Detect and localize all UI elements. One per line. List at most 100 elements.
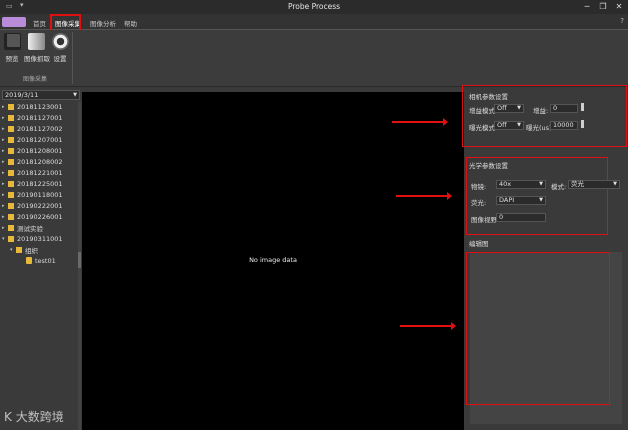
mode-value: 荧光 bbox=[571, 180, 584, 188]
exposure-mode-select[interactable]: Off ▼ bbox=[494, 121, 524, 130]
folder-icon bbox=[16, 246, 22, 253]
tree-item-label: 20181221001 bbox=[17, 169, 63, 178]
edit-section-title: 编辑图 bbox=[469, 240, 489, 248]
annotation-arrow bbox=[392, 118, 448, 126]
optics-section-title: 光学参数设置 bbox=[469, 162, 508, 170]
folder-icon bbox=[8, 126, 14, 133]
folder-icon bbox=[8, 213, 14, 220]
tree-item-label: 20181208002 bbox=[17, 158, 63, 167]
edit-highlight-box bbox=[466, 252, 610, 405]
settings-button[interactable]: 设置 bbox=[50, 33, 70, 63]
folder-icon bbox=[8, 224, 14, 231]
watermark-text: 大数跨境 bbox=[15, 410, 64, 424]
image-viewer[interactable]: No image data bbox=[82, 92, 464, 430]
annotation-arrow bbox=[400, 322, 456, 330]
tree-item-label: 20181207001 bbox=[17, 136, 63, 145]
settings-label: 设置 bbox=[53, 55, 67, 63]
tree-item[interactable]: ▸ 20181207001 bbox=[2, 135, 78, 146]
close-button[interactable]: ✕ bbox=[614, 1, 624, 12]
chevron-down-icon: ▼ bbox=[517, 105, 521, 111]
image-grab-icon bbox=[27, 33, 45, 50]
folder-icon bbox=[8, 148, 14, 155]
tree-item-label: 20190118001 bbox=[17, 190, 63, 199]
file-menu-button[interactable] bbox=[2, 17, 26, 27]
gain-mode-label: 增益模式: bbox=[469, 107, 498, 115]
exposure-mode-label: 曝光模式: bbox=[469, 124, 498, 132]
image-file-icon bbox=[26, 257, 32, 265]
preview-label: 预览 bbox=[5, 55, 19, 63]
help-icon[interactable]: ? bbox=[620, 17, 624, 25]
preview-button[interactable]: 预览 bbox=[2, 33, 22, 63]
tree-item-label: 20181225001 bbox=[17, 180, 63, 189]
tree-item[interactable]: ▸ 20181225001 bbox=[2, 179, 78, 190]
tree-scrollbar[interactable] bbox=[78, 102, 81, 430]
tree-item[interactable]: ▸ 测试实验 bbox=[2, 222, 78, 233]
tab-image-analysis[interactable]: 图像分析 bbox=[90, 18, 116, 28]
tree-item-label: 测试实验 bbox=[17, 224, 43, 233]
preview-icon bbox=[3, 33, 21, 50]
tree-item[interactable]: ▸ 20181123001 bbox=[2, 102, 78, 113]
ribbon-group-divider bbox=[72, 32, 73, 84]
camera-section-title: 相机参数设置 bbox=[469, 93, 508, 101]
objective-value: 40x bbox=[499, 180, 512, 188]
stain-select[interactable]: DAPI ▼ bbox=[496, 196, 546, 205]
folder-icon bbox=[8, 137, 14, 144]
gain-mode-value: Off bbox=[497, 104, 507, 112]
fov-input[interactable]: 0 bbox=[496, 213, 546, 222]
annotation-arrow bbox=[396, 192, 452, 200]
folder-icon bbox=[8, 202, 14, 209]
watermark-logo: K bbox=[4, 410, 12, 424]
minimize-button[interactable]: ─ bbox=[582, 1, 592, 12]
gain-input[interactable]: 0 bbox=[550, 104, 578, 113]
tree-item[interactable]: ▸ 20181127001 bbox=[2, 113, 78, 124]
gain-slider[interactable] bbox=[581, 103, 584, 111]
tree-item[interactable]: test01 bbox=[2, 255, 78, 266]
experiment-tree: ▸ 20181123001 ▸ 20181127001 ▸ 20181127002 ▸ 201… bbox=[2, 102, 78, 266]
experiment-tree-panel: 2019/3/11 ▼ ▸ 20181123001 ▸ 20181127001 ▸ 201… bbox=[0, 88, 82, 430]
chevron-down-icon: ▼ bbox=[73, 92, 77, 98]
chevron-down-icon: ▼ bbox=[539, 197, 543, 203]
image-grab-button[interactable]: 图像抓取 bbox=[24, 33, 50, 63]
tree-item-label: 20181127002 bbox=[17, 125, 63, 134]
tree-item-label: 20181127001 bbox=[17, 114, 63, 123]
tree-item[interactable]: ▸ 20181127002 bbox=[2, 124, 78, 135]
tree-item[interactable]: ▾ 20190311001 bbox=[2, 233, 78, 244]
tree-item[interactable]: ▸ 20181208002 bbox=[2, 157, 78, 168]
tab-highlight-box bbox=[50, 14, 81, 30]
tree-item[interactable]: ▾ 组织 bbox=[2, 244, 78, 255]
restore-button[interactable]: ❐ bbox=[598, 1, 608, 12]
chevron-down-icon: ▼ bbox=[517, 122, 521, 128]
tree-item-label: 20190222001 bbox=[17, 201, 63, 210]
date-selector[interactable]: 2019/3/11 ▼ bbox=[2, 90, 80, 100]
mode-label: 模式: bbox=[551, 183, 567, 191]
gain-mode-select[interactable]: Off ▼ bbox=[494, 104, 524, 113]
mode-select[interactable]: 荧光 ▼ bbox=[568, 180, 620, 189]
folder-icon bbox=[8, 181, 14, 188]
tree-item[interactable]: ▸ 20190226001 bbox=[2, 211, 78, 222]
tab-home[interactable]: 首页 bbox=[33, 18, 46, 28]
objective-select[interactable]: 40x ▼ bbox=[496, 180, 546, 189]
objective-label: 物镜: bbox=[471, 183, 487, 191]
tab-help[interactable]: 帮助 bbox=[124, 18, 137, 28]
chevron-down-icon: ▼ bbox=[539, 181, 543, 187]
tree-item[interactable]: ▸ 20181208001 bbox=[2, 146, 78, 157]
scroll-thumb[interactable] bbox=[78, 252, 81, 268]
tree-item[interactable]: ▸ 20190222001 bbox=[2, 200, 78, 211]
ribbon-group-label: 图像采集 bbox=[22, 76, 47, 83]
stain-value: DAPI bbox=[499, 196, 515, 204]
exposure-input[interactable]: 10000 bbox=[550, 121, 578, 130]
tree-item[interactable]: ▸ 20181221001 bbox=[2, 168, 78, 179]
settings-panel: 相机参数设置 增益模式: Off ▼ 增益: 0 曝光模式: Off ▼ 曝光(us… bbox=[462, 85, 628, 430]
fov-label: 图像视野: bbox=[471, 216, 500, 224]
exposure-mode-value: Off bbox=[497, 121, 507, 129]
ribbon-panel: 预览 图像抓取 设置 图像采集 bbox=[0, 30, 628, 87]
exposure-slider[interactable] bbox=[581, 120, 584, 128]
no-image-message: No image data bbox=[249, 256, 297, 264]
tree-item[interactable]: ▸ 20190118001 bbox=[2, 190, 78, 201]
gain-label: 增益: bbox=[533, 107, 549, 115]
ribbon-tabs: 首页 图像采集 图像分析 帮助 ? bbox=[0, 14, 628, 30]
tree-item-label: 组织 bbox=[25, 246, 38, 255]
folder-icon bbox=[8, 170, 14, 177]
stain-label: 荧光: bbox=[471, 199, 487, 207]
folder-icon bbox=[8, 235, 14, 242]
